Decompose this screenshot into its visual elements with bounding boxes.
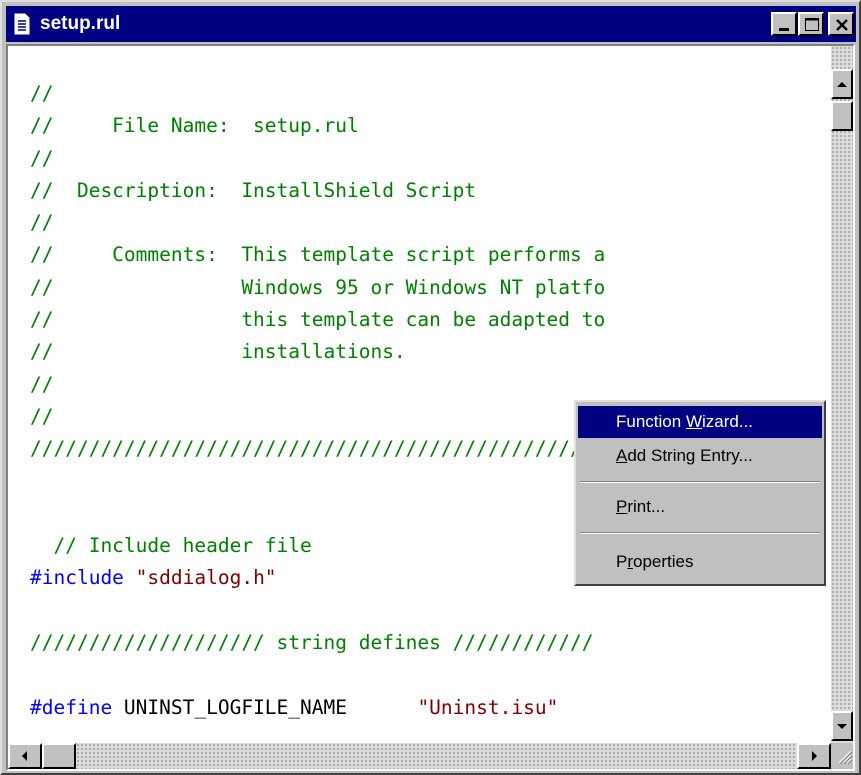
minimize-icon — [779, 28, 789, 31]
menu-item-properties[interactable]: Properties — [578, 546, 822, 578]
maximize-icon — [805, 18, 819, 31]
code-keyword: #include — [30, 566, 124, 590]
scroll-down-button[interactable] — [831, 711, 853, 741]
document-icon — [14, 13, 30, 35]
menu-label-accel: A — [616, 446, 628, 465]
menu-separator — [580, 532, 820, 534]
scroll-right-button[interactable] — [797, 743, 831, 769]
code-line[interactable]: // Windows 95 or Windows NT platfo — [30, 272, 805, 304]
menu-label-pre: Function — [616, 412, 686, 431]
scroll-left-button[interactable] — [8, 743, 42, 769]
maximize-button[interactable] — [798, 12, 824, 36]
resize-grip[interactable] — [831, 743, 853, 769]
code-string: "Uninst.isu" — [417, 695, 559, 719]
code-line[interactable]: // — [30, 207, 805, 239]
menu-label-post: operties — [633, 552, 694, 571]
horizontal-scroll-thumb[interactable] — [42, 743, 76, 769]
close-icon — [836, 19, 848, 31]
menu-item-function-wizard[interactable]: Function Wizard... — [578, 406, 822, 438]
menu-label-accel: P — [616, 497, 628, 516]
horizontal-scrollbar[interactable] — [8, 743, 831, 769]
code-keyword: #define — [30, 695, 113, 719]
menu-label-post: izard... — [701, 412, 754, 431]
code-comment: // Description: InstallShield Script — [30, 178, 477, 202]
vertical-scrollbar[interactable] — [831, 46, 853, 743]
code-comment: // — [30, 82, 54, 105]
code-line[interactable]: // installations. — [30, 336, 805, 368]
scroll-up-button[interactable] — [831, 69, 853, 99]
code-identifier — [124, 566, 136, 589]
code-comment: // — [30, 372, 54, 396]
arrow-left-icon — [22, 751, 27, 761]
menu-label-post: dd String Entry... — [627, 446, 753, 465]
menu-separator — [580, 481, 820, 483]
editor-window: setup.rul //// File Name: setup.rul//// … — [0, 0, 861, 775]
menu-item-add-string-entry[interactable]: Add String Entry... — [578, 440, 822, 472]
window-title: setup.rul — [40, 13, 121, 34]
code-line[interactable]: // — [30, 369, 805, 401]
code-comment: // — [30, 404, 54, 428]
code-comment: // Include header file — [30, 534, 312, 558]
minimize-button[interactable] — [771, 12, 797, 36]
code-comment: // this template can be adapted to — [30, 308, 606, 332]
code-comment: //////////////////// string defines ////… — [30, 631, 594, 655]
code-line[interactable]: //////////////////// string defines ////… — [30, 627, 805, 659]
editor-client-area: // // File Name: setup.rul // // Descriptio… — [6, 44, 855, 771]
menu-item-print[interactable]: Print... — [578, 491, 822, 523]
menu-label-accel: W — [685, 412, 702, 431]
resize-grip-icon — [838, 750, 853, 765]
menu-label-pre: P — [616, 552, 628, 571]
code-comment: // installations. — [30, 340, 406, 364]
close-button[interactable] — [828, 12, 854, 36]
code-line[interactable]: // Description: InstallShield Script — [30, 175, 805, 207]
arrow-up-icon — [837, 82, 847, 87]
arrow-right-icon — [812, 751, 817, 761]
code-line[interactable] — [30, 659, 805, 691]
code-line[interactable]: #define UNINST_LOGFILE_NAME "Uninst.isu" — [30, 692, 805, 724]
code-line[interactable]: // — [30, 143, 805, 175]
code-comment: // — [30, 211, 54, 235]
code-line[interactable]: // — [30, 78, 805, 110]
code-string: "sddialog.h" — [135, 566, 277, 590]
code-identifier: UNINST_LOGFILE_NAME — [112, 695, 418, 719]
code-comment: // Comments: This template script perfor… — [30, 243, 606, 267]
context-menu: Function Wizard... Add String Entry... P… — [574, 400, 826, 586]
code-line[interactable]: // File Name: setup.rul — [30, 110, 805, 142]
code-comment: // File Name: setup.rul — [30, 114, 359, 138]
vertical-scroll-thumb[interactable] — [831, 101, 853, 131]
arrow-down-icon — [837, 724, 847, 729]
title-bar[interactable]: setup.rul — [6, 6, 856, 42]
code-editor[interactable]: // // File Name: setup.rul // // Descriptio… — [8, 46, 831, 743]
code-comment: // Windows 95 or Windows NT platfo — [30, 275, 606, 299]
code-line[interactable] — [30, 595, 805, 627]
code-line[interactable]: // this template can be adapted to — [30, 304, 805, 336]
menu-label-post: rint... — [627, 497, 666, 516]
code-line[interactable]: // Comments: This template script perfor… — [30, 239, 805, 271]
code-comment: // — [30, 146, 54, 170]
